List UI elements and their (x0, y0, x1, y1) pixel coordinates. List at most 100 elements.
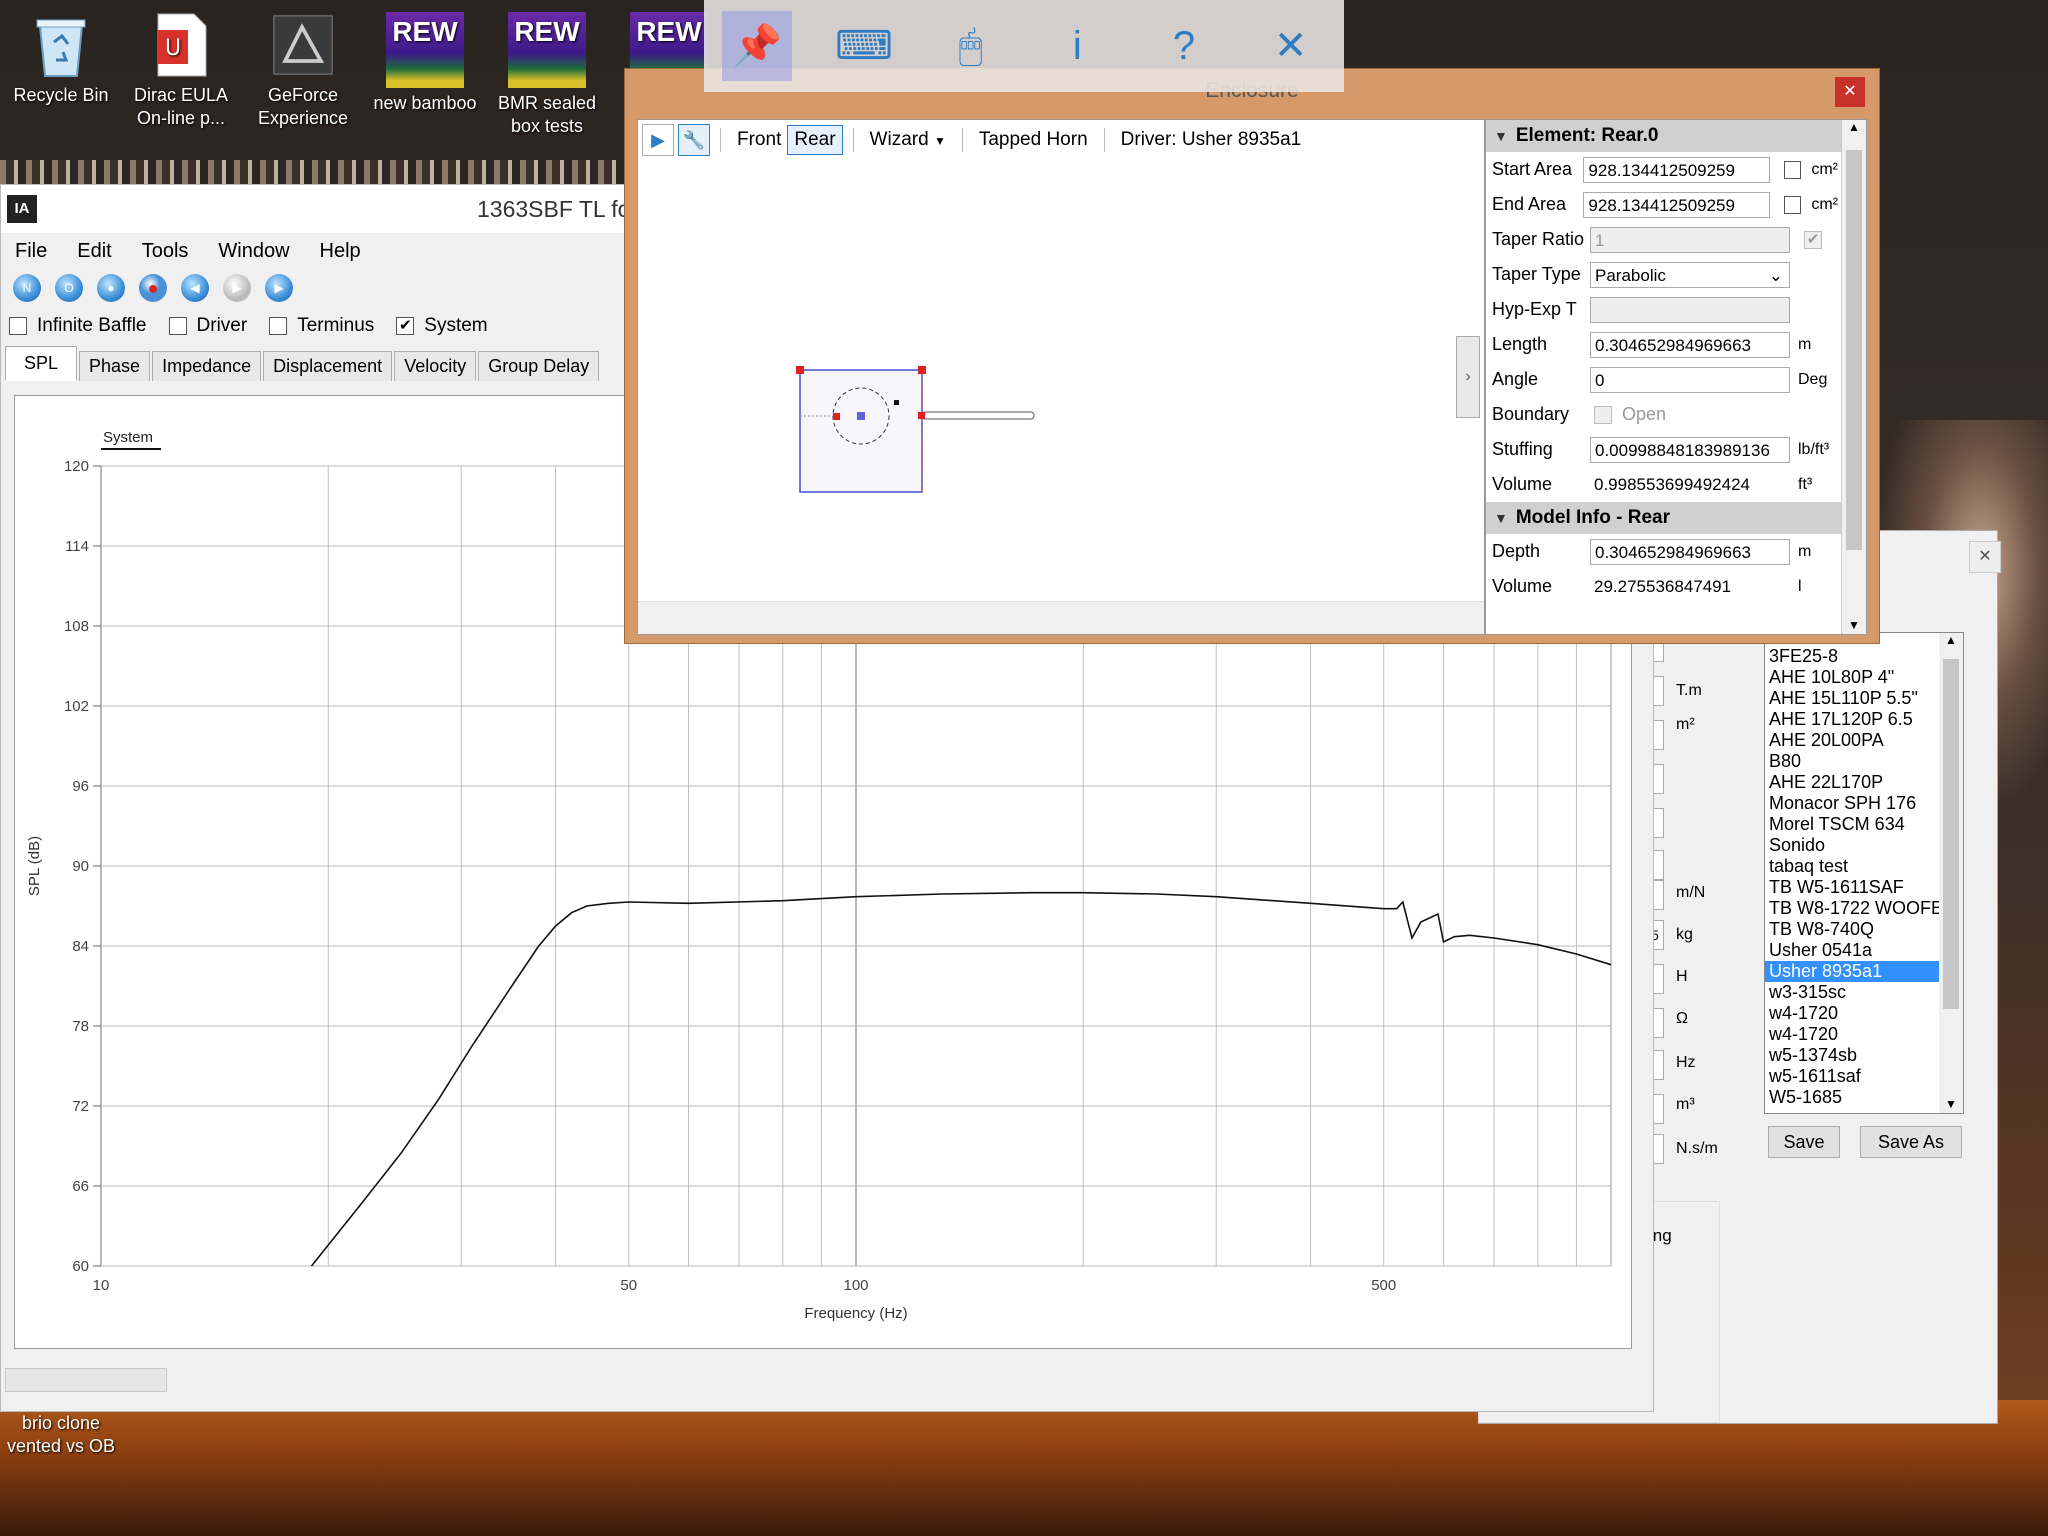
driver-window-close-button[interactable]: ✕ (1969, 541, 2001, 573)
scroll-down-icon[interactable]: ▼ (1939, 1097, 1963, 1111)
save-button[interactable]: Save (1768, 1126, 1840, 1158)
scroll-up-icon[interactable]: ▲ (1939, 633, 1963, 647)
unit-checkbox[interactable] (1784, 195, 1802, 214)
menu-edit[interactable]: Edit (77, 240, 111, 263)
tab-impedance[interactable]: Impedance (152, 351, 262, 381)
driver-list-item[interactable]: 3FE25-8 (1765, 646, 1963, 667)
driver-list-item[interactable]: Usher 8935a1 (1765, 961, 1963, 982)
checkbox-infinite-baffle[interactable]: Infinite Baffle (9, 315, 147, 337)
driver-list-item[interactable]: TB W8-740Q (1765, 919, 1963, 940)
collapse-triangle-icon[interactable]: ▼ (1494, 128, 1508, 144)
play-icon[interactable]: ▶ (265, 274, 293, 302)
x-tick-label: 10 (93, 1277, 110, 1294)
stop-icon[interactable]: ● (97, 274, 125, 302)
taper-type-select[interactable]: Parabolic ⌄ (1590, 261, 1790, 288)
collapse-panel-button[interactable]: › (1456, 336, 1480, 418)
menu-file[interactable]: File (15, 240, 47, 263)
keyboard-icon[interactable]: ⌨ (829, 23, 899, 69)
svg-text:U: U (165, 36, 181, 61)
checkmark-icon[interactable]: ✔ (396, 317, 415, 335)
driver-list-item[interactable]: AHE 20L00PA (1765, 730, 1963, 751)
property-value-input[interactable]: 928.134412509259 (1583, 156, 1771, 183)
model-section-header[interactable]: ▼ Model Info - Rear (1486, 502, 1846, 534)
property-scrollbar[interactable]: ▲ ▼ (1841, 120, 1866, 634)
property-value-input[interactable]: 928.134412509259 (1583, 191, 1771, 218)
menu-help[interactable]: Help (320, 240, 361, 263)
checkmark-icon[interactable]: ✔ (1804, 230, 1822, 249)
checkbox-system[interactable]: ✔ System (396, 315, 488, 337)
rear-button[interactable]: Rear (787, 125, 843, 155)
boundary-open-checkbox[interactable]: Open (1590, 404, 1666, 425)
driver-list-item[interactable]: w5-1611saf (1765, 1066, 1963, 1087)
open-icon[interactable]: O (55, 274, 83, 302)
desktop-icon-geforce[interactable]: GeForce Experience (244, 12, 362, 130)
driver-list-item[interactable]: AHE 15L110P 5.5" (1765, 688, 1963, 709)
step-forward-icon[interactable]: ▶ (223, 274, 251, 302)
property-value-input[interactable]: 0.304652984969663 (1590, 331, 1790, 358)
desktop-icon-new-bamboo[interactable]: REW new bamboo (366, 12, 484, 115)
property-value-input[interactable]: 0 (1590, 366, 1790, 393)
wizard-dropdown[interactable]: Wizard ▼ (864, 126, 952, 154)
unit-checkbox[interactable] (1784, 160, 1802, 179)
driver-list-scrollbar[interactable]: ▲ ▼ (1939, 633, 1963, 1113)
checkbox-box[interactable] (168, 317, 187, 335)
tab-velocity[interactable]: Velocity (394, 351, 477, 381)
collapse-triangle-icon[interactable]: ▼ (1494, 510, 1508, 526)
checkbox-box[interactable] (269, 317, 288, 335)
scroll-thumb[interactable] (1846, 150, 1862, 550)
driver-list-item[interactable]: tabaq test (1765, 856, 1963, 877)
help-icon[interactable]: ? (1149, 24, 1219, 69)
checkbox-box[interactable] (9, 317, 27, 335)
menu-window[interactable]: Window (218, 240, 289, 263)
info-icon[interactable]: i (1042, 24, 1112, 69)
driver-list-item[interactable]: Usher 0541a (1765, 940, 1963, 961)
save-as-button[interactable]: Save As (1860, 1126, 1962, 1158)
scroll-down-icon[interactable]: ▼ (1842, 618, 1866, 632)
scroll-up-icon[interactable]: ▲ (1842, 120, 1866, 134)
driver-list-item[interactable]: W5-1685 (1765, 1087, 1963, 1108)
tab-displacement[interactable]: Displacement (263, 351, 393, 381)
property-value-input[interactable]: 0.304652984969663 (1590, 538, 1790, 565)
driver-list-item[interactable]: Monacor SPH 176 (1765, 793, 1963, 814)
enclosure-canvas[interactable] (638, 160, 1484, 588)
checkbox-driver[interactable]: Driver (168, 315, 247, 337)
step-back-icon[interactable]: ◀ (181, 274, 209, 302)
desktop-icon-bmr-sealed[interactable]: REW BMR sealed box tests (488, 12, 606, 138)
driver-list-item[interactable]: B80 (1765, 751, 1963, 772)
desktop-icon-dirac-eula[interactable]: U Dirac EULA On-line p... (122, 12, 240, 130)
checkbox-box[interactable] (1594, 405, 1612, 424)
pin-icon[interactable]: 📌 (722, 11, 793, 81)
tab-spl[interactable]: SPL (5, 346, 78, 381)
menu-tools[interactable]: Tools (142, 240, 189, 263)
driver-list-item[interactable]: Sonido (1765, 835, 1963, 856)
desktop-icon-brio-clone[interactable]: brio clone vented vs OB (0, 1412, 122, 1458)
driver-label: Driver: Usher 8935a1 (1120, 129, 1302, 150)
scroll-thumb[interactable] (1943, 659, 1959, 1009)
driver-list-item[interactable]: Morel TSCM 634 (1765, 814, 1963, 835)
tab-group-delay[interactable]: Group Delay (478, 351, 600, 381)
driver-list-item[interactable]: AHE 10L80P 4" (1765, 667, 1963, 688)
desktop-icon-recycle-bin[interactable]: Recycle Bin (2, 12, 120, 107)
driver-list-item[interactable]: w4-1720 (1765, 1024, 1963, 1045)
checkbox-terminus[interactable]: Terminus (269, 315, 374, 337)
driver-list-item[interactable]: w4-1720 (1765, 1003, 1963, 1024)
driver-list[interactable]: 3FE22-83FE25-8AHE 10L80P 4"AHE 15L110P 5… (1764, 632, 1964, 1114)
element-section-header[interactable]: ▼ Element: Rear.0 (1486, 120, 1846, 152)
driver-list-item[interactable]: w5-1374sb (1765, 1045, 1963, 1066)
record-icon[interactable]: ● (139, 274, 167, 302)
front-button[interactable]: Front (731, 126, 787, 154)
driver-list-item[interactable]: TB W5-1611SAF (1765, 877, 1963, 898)
driver-list-item[interactable]: AHE 22L170P (1765, 772, 1963, 793)
property-value-input[interactable]: 0.00998848183989136 (1590, 436, 1790, 463)
tab-phase[interactable]: Phase (79, 351, 151, 381)
tapped-horn-button[interactable]: Tapped Horn (973, 126, 1094, 154)
driver-list-item[interactable]: AHE 17L120P 6.5 (1765, 709, 1963, 730)
mouse-icon[interactable]: 🖱 (936, 24, 1006, 69)
driver-list-item[interactable]: w3-315sc (1765, 982, 1963, 1003)
enclosure-close-button[interactable]: ✕ (1835, 77, 1865, 107)
wrench-icon[interactable]: 🔧 (678, 124, 710, 156)
close-icon[interactable]: ✕ (1256, 23, 1326, 69)
run-icon[interactable]: ▶ (642, 124, 674, 156)
driver-list-item[interactable]: TB W8-1722 WOOFE (1765, 898, 1963, 919)
new-icon[interactable]: N (13, 274, 41, 302)
